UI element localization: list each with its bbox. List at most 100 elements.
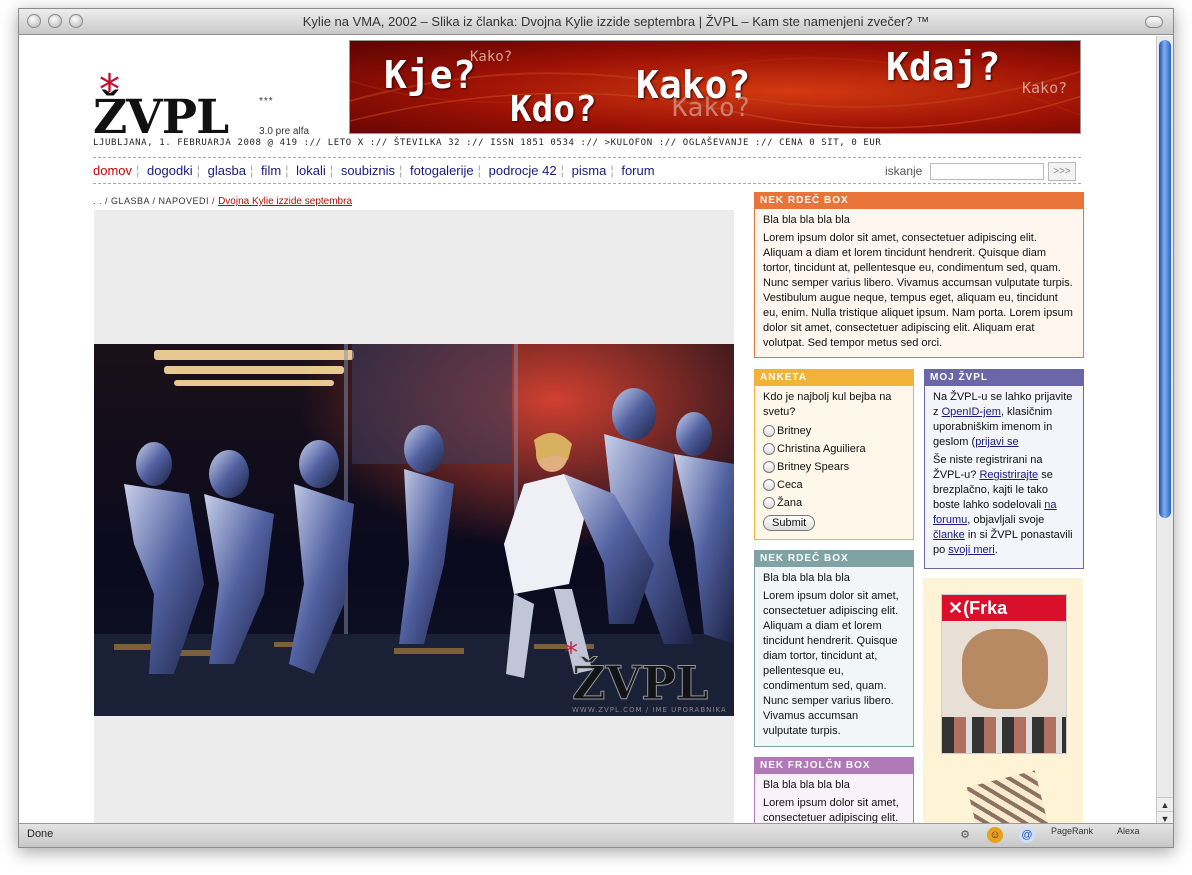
close-button[interactable] [27, 14, 41, 28]
magazine-title: ✕(Frka [942, 595, 1066, 621]
magazine-ad[interactable]: ✕(Frka [923, 578, 1083, 825]
nav-separator: ¦ [560, 163, 564, 178]
page-content: * ŽVPL *** 3.0 pre alfa Kje? Kako? Kako?… [19, 36, 1157, 825]
breadcrumb: . . / GLASBA / NAPOVEDI / Dvojna Kylie i… [93, 196, 352, 207]
decorative-graphic [966, 770, 1050, 825]
tools-icon[interactable]: ⚙ [957, 827, 973, 843]
nav-item-forum[interactable]: forum [621, 163, 654, 178]
magazine-cover[interactable]: ✕(Frka [941, 594, 1067, 754]
divider [93, 183, 1081, 184]
minimize-button[interactable] [48, 14, 62, 28]
login-text: Na ŽVPL-u se lahko prijavite z OpenID-je… [933, 391, 1073, 448]
box-header: NEK RDEČ BOX [755, 551, 913, 567]
nav-separator: ¦ [285, 163, 289, 178]
concert-stage-image: ŽVPL * WWW.ZVPL.COM / IME UPORABNIKA [94, 344, 734, 716]
zoom-button[interactable] [69, 14, 83, 28]
radio-button[interactable] [763, 479, 775, 491]
nav-item-fotogalerije[interactable]: fotogalerije [410, 163, 474, 178]
search-input[interactable] [930, 163, 1044, 180]
photo-watermark: ŽVPL [572, 655, 708, 710]
smiley-icon[interactable]: ☺ [987, 827, 1003, 843]
cover-photo [962, 629, 1048, 709]
breadcrumb-path[interactable]: . . / GLASBA / NAPOVEDI / [93, 196, 215, 206]
poll-option[interactable]: Christina Aguiliera [763, 441, 905, 457]
banner-ad[interactable]: Kje? Kako? Kako? Kdo? Kako? Kdaj? Kako? [349, 40, 1081, 134]
banner-small-kako-2: Kako? [1022, 79, 1068, 97]
box-title: Bla bla bla bla bla [763, 572, 850, 584]
box-text: Lorem ipsum dolor sit amet, consectetuer… [763, 590, 899, 737]
cover-strip [942, 717, 1066, 753]
banner-faded-kako: Kako? [672, 93, 751, 123]
main-nav: domov ¦ dogodki ¦ glasba ¦ film ¦ lokali ¦ so… [93, 163, 655, 178]
poll-submit-button[interactable]: Submit [763, 515, 816, 531]
divider [93, 157, 1081, 158]
search-label: iskanje [885, 164, 923, 178]
vertical-scrollbar[interactable]: ▲ ▼ [1156, 36, 1173, 825]
box-text: Lorem ipsum dolor sit amet, consectetuer… [763, 232, 1073, 349]
nav-separator: ¦ [196, 163, 200, 178]
browser-window: Kylie na VMA, 2002 – Slika iz članka: Dv… [18, 8, 1174, 848]
customize-link[interactable]: svoji meri [948, 544, 994, 556]
box-text: Lorem ipsum dolor sit amet, consectetuer… [763, 797, 899, 824]
nav-separator: ¦ [249, 163, 254, 178]
articles-link[interactable]: članke [933, 529, 965, 541]
photo-watermark-star: * [564, 636, 578, 669]
status-bar: Done ⚙ ☺ @ PageRank Alexa [19, 823, 1173, 847]
poll-option[interactable]: Ceca [763, 477, 905, 493]
at-icon[interactable]: @ [1019, 827, 1035, 843]
box-header: NEK RDEČ BOX [755, 193, 1083, 209]
radio-button[interactable] [763, 461, 775, 473]
poll-box: ANKETA Kdo je najbolj kul bejba na svetu… [754, 369, 914, 540]
poll-option[interactable]: Žana [763, 495, 905, 511]
nav-item-podrocje-42[interactable]: podrocje 42 [489, 163, 557, 178]
box-title: Bla bla bla bla bla [763, 214, 850, 226]
breadcrumb-current[interactable]: Dvojna Kylie izzide septembra [218, 196, 352, 207]
nav-separator: ¦ [136, 163, 140, 178]
pagerank-label[interactable]: PageRank [1051, 826, 1093, 836]
version-label: 3.0 pre alfa [259, 126, 310, 137]
poll-option[interactable]: Britney [763, 423, 905, 439]
radio-button[interactable] [763, 443, 775, 455]
banner-kdo: Kdo? [510, 89, 597, 130]
info-line: LJUBLJANA, 1. FEBRUARJA 2008 @ 419 :// L… [93, 138, 882, 148]
nav-separator: ¦ [399, 163, 403, 178]
register-text: Še niste registrirani na ŽVPL-u? Registr… [933, 454, 1073, 556]
nav-item-lokali[interactable]: lokali [296, 163, 326, 178]
nav-separator: ¦ [329, 163, 334, 178]
photo-area: ŽVPL * WWW.ZVPL.COM / IME UPORABNIKA [94, 210, 734, 825]
box-rdec-top: NEK RDEČ BOX Bla bla bla bla bla Lorem i… [754, 192, 1084, 358]
scroll-up-arrow[interactable]: ▲ [1157, 797, 1173, 811]
moj-zvpl-box: MOJ ŽVPL Na ŽVPL-u se lahko prijavite z … [924, 369, 1084, 569]
photo-watermark-sub: WWW.ZVPL.COM / IME UPORABNIKA [572, 706, 727, 714]
article-photo[interactable]: ŽVPL * WWW.ZVPL.COM / IME UPORABNIKA [94, 344, 734, 716]
nav-separator: ¦ [477, 163, 482, 178]
nav-item-pisma[interactable]: pisma [572, 163, 607, 178]
alexa-label[interactable]: Alexa [1117, 826, 1140, 836]
openid-link[interactable]: OpenID-jem [942, 406, 1001, 418]
banner-kje: Kje? [384, 53, 476, 97]
banner-kdaj: Kdaj? [886, 45, 1001, 89]
nav-item-soubiznis[interactable]: soubiznis [341, 163, 395, 178]
site-logo[interactable]: ŽVPL [93, 92, 229, 144]
register-link[interactable]: Registrirajte [979, 469, 1038, 481]
box-rdec-mid: NEK RDEČ BOX Bla bla bla bla bla Lorem i… [754, 550, 914, 747]
logo-stars: *** [259, 96, 274, 107]
box-header: NEK FRJOLČN BOX [755, 758, 913, 774]
toolbar-toggle-button[interactable] [1145, 16, 1163, 28]
search-button[interactable]: >>> [1048, 162, 1076, 181]
nav-item-dogodki[interactable]: dogodki [147, 163, 193, 178]
nav-item-film[interactable]: film [261, 163, 281, 178]
nav-item-domov[interactable]: domov [93, 163, 132, 178]
radio-button[interactable] [763, 497, 775, 509]
poll-option[interactable]: Britney Spears [763, 459, 905, 475]
status-text: Done [27, 828, 54, 840]
nav-item-glasba[interactable]: glasba [208, 163, 246, 178]
radio-button[interactable] [763, 425, 775, 437]
box-title: Bla bla bla bla bla [763, 779, 850, 791]
box-header: MOJ ŽVPL [925, 370, 1083, 386]
login-link[interactable]: prijavi se [975, 436, 1018, 448]
nav-separator: ¦ [610, 163, 614, 178]
box-header: ANKETA [755, 370, 913, 386]
box-frjol: NEK FRJOLČN BOX Bla bla bla bla bla Lore… [754, 757, 914, 825]
scrollbar-thumb[interactable] [1159, 40, 1171, 518]
